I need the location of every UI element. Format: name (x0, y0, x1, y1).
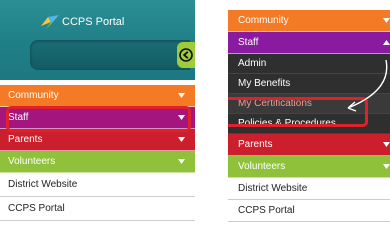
arrow-left-circle-icon (179, 48, 193, 62)
chevron-down-icon (178, 137, 185, 142)
search-input[interactable] (30, 40, 190, 70)
menu-item-volunteers[interactable]: Volunteers (0, 151, 195, 173)
menu-item-label: Community (8, 90, 59, 101)
left-sidebar: CCPS Portal Community Staff Parents Volu… (0, 0, 195, 248)
collapse-sidebar-button[interactable] (177, 42, 195, 68)
chevron-down-icon (178, 93, 185, 98)
portal-header: CCPS Portal (0, 0, 195, 80)
link-district-website[interactable]: District Website (0, 173, 195, 197)
menu-item-parents[interactable]: Parents (0, 129, 195, 151)
ccps-logo-icon (40, 14, 60, 30)
chevron-down-icon (178, 159, 185, 164)
annotation-arrow-icon (347, 59, 388, 112)
staff-highlight-box (6, 106, 191, 132)
portal-title: CCPS Portal (62, 16, 125, 28)
right-sidebar-expanded: Community Staff Admin My Benefits My Cer… (228, 0, 390, 248)
menu-item-community[interactable]: Community (0, 85, 195, 107)
link-ccps-portal[interactable]: CCPS Portal (0, 197, 195, 221)
menu-item-label: Volunteers (8, 156, 56, 167)
menu-item-label: Parents (8, 134, 43, 145)
